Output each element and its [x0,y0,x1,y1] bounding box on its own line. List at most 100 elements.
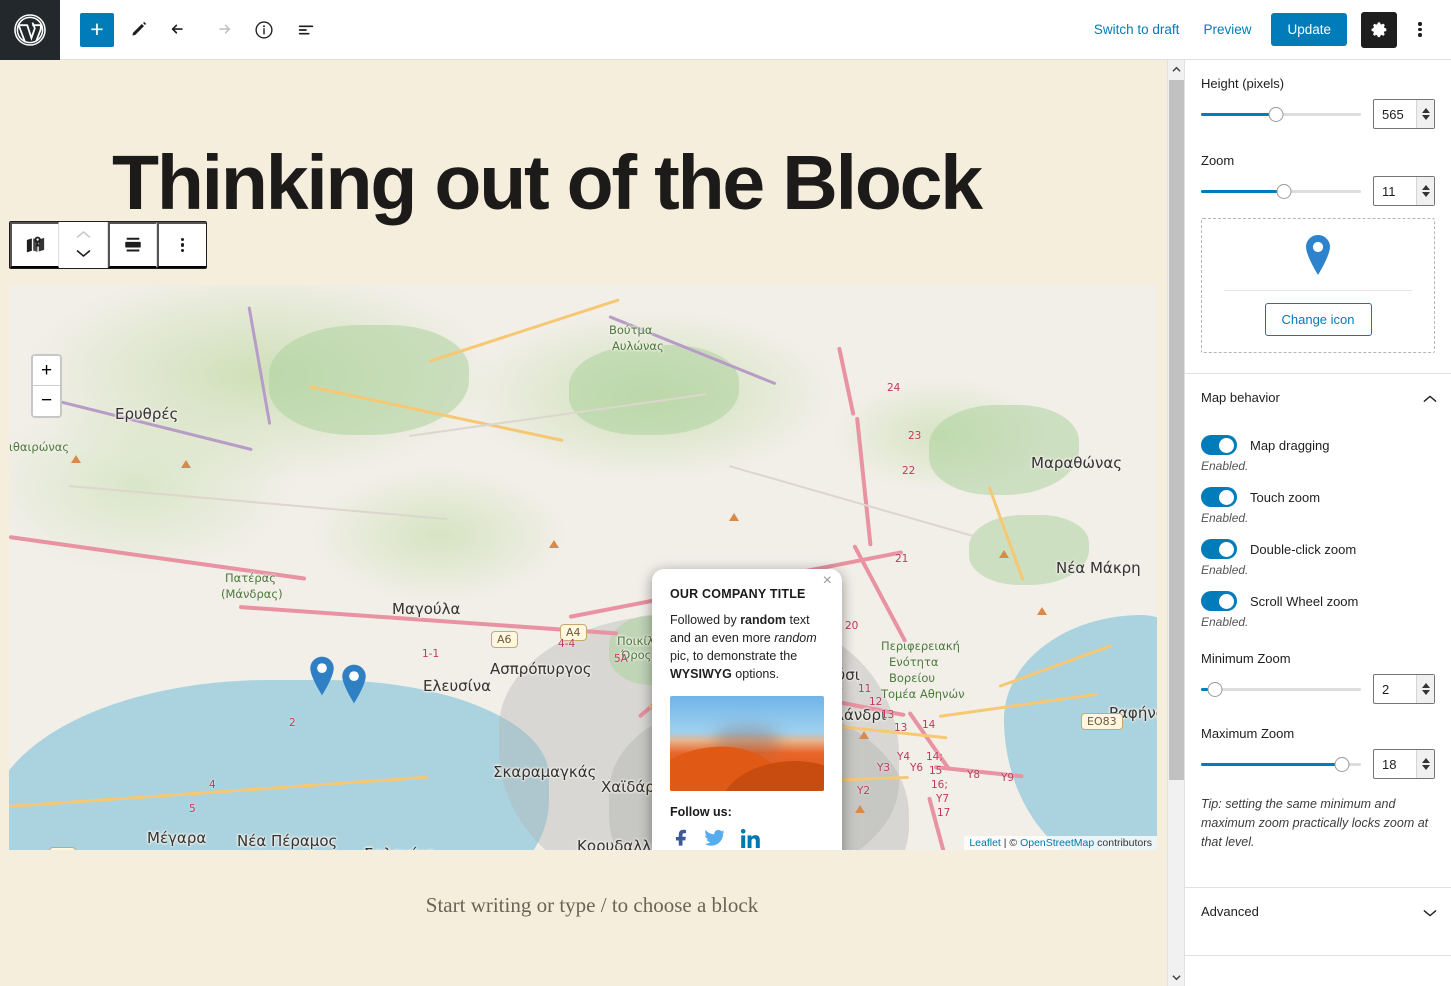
page-title[interactable]: Thinking out of the Block [0,60,1184,222]
update-button[interactable]: Update [1271,13,1347,46]
road-exit-number: Υ8 [967,769,981,781]
toggle-switch[interactable] [1201,591,1237,611]
openstreetmap-link[interactable]: OpenStreetMap [1020,837,1094,849]
scroll-up-icon[interactable] [1168,60,1185,78]
chevron-down-icon[interactable] [75,246,92,264]
maximum-zoom-number-input[interactable]: 18 [1373,749,1435,779]
zoom-control: Zoom 11 [1185,137,1451,214]
toggle-state-text: Enabled. [1201,511,1249,525]
road-exit-number: 15 [929,765,943,777]
road-exit-number: 13 [894,722,908,734]
map-block[interactable]: Ερυθρές ιθαιρώνας Βούτμα Αυλώνας Μαραθώνας Νέ… [9,285,1157,850]
map-marker-1[interactable] [307,655,337,697]
map-pin-icon[interactable] [1302,235,1334,280]
editor-canvas: Thinking out of the Block Ερυθρές ιθαιρώ… [0,60,1184,986]
road-exit-number: Υ7 [936,793,950,805]
peak-icon [71,455,81,463]
popup-italic-1: random [774,631,817,646]
road-exit-number: 1-1 [422,648,440,660]
pencil-edit-icon[interactable] [120,12,156,48]
map-marker-2[interactable] [339,663,369,705]
block-options-kebab-icon[interactable] [157,222,206,268]
leaflet-link[interactable]: Leaflet [969,837,1001,849]
road-exit-number: 21 [895,553,909,565]
zoom-value[interactable]: 11 [1374,184,1416,199]
zoom-slider[interactable] [1201,182,1361,200]
info-icon[interactable] [246,12,282,48]
road-exit-number: Υ3 [877,762,891,774]
scroll-down-icon[interactable] [1168,968,1185,986]
switch-to-draft-button[interactable]: Switch to draft [1084,14,1190,45]
popup-bold-2: WYSIWYG [670,667,732,682]
popup-text-1: Followed by [670,613,741,627]
chevron-down-icon[interactable] [1423,906,1437,918]
popup-text-4: options. [731,667,780,682]
chevron-up-icon[interactable] [1423,392,1437,404]
toggle-state-text: Enabled. [1201,615,1249,629]
popup-social-row [670,828,824,851]
road-exit-number: 2 [289,717,296,729]
advanced-panel-header[interactable]: Advanced [1185,888,1451,935]
road-exit-number: 13 [881,709,895,721]
minimum-zoom-number-input[interactable]: 2 [1373,674,1435,704]
wordpress-logo-icon[interactable] [0,0,60,60]
zoom-number-input[interactable]: 11 [1373,176,1435,206]
height-number-input[interactable]: 565 [1373,99,1435,129]
minimum-zoom-slider[interactable] [1201,680,1361,698]
change-icon-button[interactable]: Change icon [1264,303,1372,336]
toggle-switch[interactable] [1201,435,1237,455]
close-icon[interactable]: × [821,571,834,591]
peak-icon [859,731,869,739]
peak-icon [729,513,739,521]
minimum-zoom-value[interactable]: 2 [1374,682,1416,697]
attribution-copyright: © [1009,837,1021,849]
height-slider[interactable] [1201,105,1361,123]
zoom-tip-text: Tip: setting the same minimum and maximu… [1201,797,1429,849]
toggle-label: Map dragging [1250,437,1330,453]
kebab-menu-icon[interactable] [1403,12,1437,48]
map-marker-block-icon[interactable] [10,222,59,268]
maximum-zoom-value[interactable]: 18 [1374,757,1416,772]
toggle-switch[interactable] [1201,487,1237,507]
add-block-plus-label: + [90,16,104,42]
maximum-zoom-stepper[interactable] [1416,750,1434,778]
undo-icon[interactable] [162,12,198,48]
redo-icon[interactable] [204,12,240,48]
add-block-icon[interactable]: + [80,12,114,47]
align-center-icon[interactable] [108,222,157,268]
green-area [269,325,469,435]
empty-paragraph-placeholder[interactable]: Start writing or type / to choose a bloc… [0,893,1184,918]
height-control: Height (pixels) 565 [1185,60,1451,137]
popup-follow-label: Follow us: [670,804,732,819]
facebook-icon[interactable] [670,828,690,851]
road-exit-number: 12 [869,696,883,708]
zoom-stepper[interactable] [1416,177,1434,205]
map-behavior-panel-header[interactable]: Map behavior [1185,374,1451,421]
gear-icon[interactable] [1361,11,1397,48]
canvas-scrollbar[interactable] [1167,60,1185,986]
topbar-actions: Switch to draft Preview Update [1084,11,1451,48]
map-tiles[interactable]: Ερυθρές ιθαιρώνας Βούτμα Αυλώνας Μαραθώνας Νέ… [9,285,1157,850]
height-stepper[interactable] [1416,100,1434,128]
zoom-in-button[interactable]: + [33,356,60,386]
road-exit-number: Υ4 [897,751,911,763]
list-view-icon[interactable] [288,12,324,48]
peak-icon [549,540,559,548]
map-zoom-controls[interactable]: + − [31,354,62,418]
twitter-icon[interactable] [704,828,726,851]
zoom-out-button[interactable]: − [33,386,60,416]
sidebar-divider [1185,955,1451,957]
minimum-zoom-stepper[interactable] [1416,675,1434,703]
chevron-up-icon[interactable] [75,227,92,245]
road-exit-number: 20 [845,620,859,632]
toggle-row: Touch zoom [1185,487,1451,507]
preview-button[interactable]: Preview [1193,14,1261,45]
toggle-row: Double-click zoom [1185,539,1451,559]
scrollbar-thumb[interactable] [1169,80,1184,780]
linkedin-icon[interactable] [740,828,761,851]
road-exit-number: Υ9 [1001,772,1015,784]
height-value[interactable]: 565 [1374,107,1416,122]
maximum-zoom-slider[interactable] [1201,755,1361,773]
toggle-switch[interactable] [1201,539,1237,559]
peak-icon [999,550,1009,558]
